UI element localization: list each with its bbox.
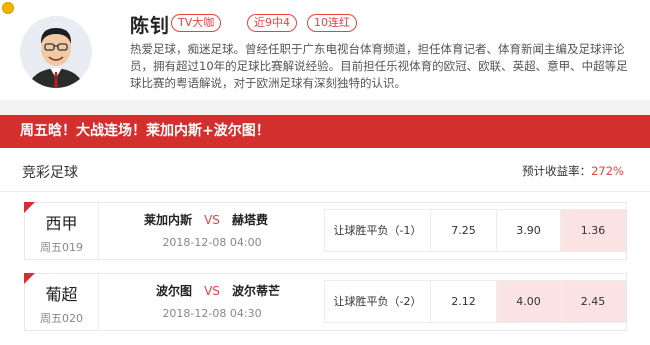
expected-yield: 预计收益率：272% xyxy=(522,163,624,179)
away-team[interactable]: 赫塔费 xyxy=(232,211,302,228)
prediction-card: 竞彩足球 预计收益率：272% 西甲 周五019 莱加内斯 VS 赫塔费 2018-… xyxy=(0,148,650,345)
divider xyxy=(0,191,650,192)
coin-icon xyxy=(2,2,14,14)
vs-label: VS xyxy=(204,213,220,227)
expert-portrait-icon xyxy=(20,16,92,88)
expert-name: 陈钊 xyxy=(130,15,171,37)
league-name: 西甲 xyxy=(45,214,78,233)
bet-type: 让球胜平负（-2） xyxy=(325,281,431,322)
match-row[interactable]: 西甲 周五019 莱加内斯 VS 赫塔费 2018-12-08 04:00 让球胜平… xyxy=(24,202,627,260)
vs-label: VS xyxy=(204,284,220,298)
match-number: 周五019 xyxy=(40,241,83,254)
away-team[interactable]: 波尔蒂芒 xyxy=(232,282,302,299)
home-team[interactable]: 莱加内斯 xyxy=(122,211,192,228)
page: 陈钊 TV大咖 近9中4 10连红 热爱足球，痴迷足球。曾经任职于广东电视台体育… xyxy=(0,0,650,345)
league-cell: 葡超 周五020 xyxy=(25,274,99,330)
bet-type: 让球胜平负（-1） xyxy=(325,210,431,251)
yield-value: 272% xyxy=(591,164,624,178)
odds-table: 让球胜平负（-1） 7.25 3.90 1.36 xyxy=(324,209,626,252)
teams-cell: 莱加内斯 VS 赫塔费 2018-12-08 04:00 xyxy=(100,203,324,259)
odds-table: 让球胜平负（-2） 2.12 4.00 2.45 xyxy=(324,280,626,323)
article-title: 周五晗！大战连场！莱加内斯+波尔图！ xyxy=(0,115,650,148)
tag-recent-record: 近9中4 xyxy=(247,14,297,32)
odd-win[interactable]: 7.25 xyxy=(431,210,497,251)
odd-draw-selected[interactable]: 4.00 xyxy=(497,281,561,322)
teams-cell: 波尔图 VS 波尔蒂芒 2018-12-08 04:30 xyxy=(100,274,324,330)
match-time: 2018-12-08 04:30 xyxy=(162,307,262,320)
tag-streak: 10连红 xyxy=(307,14,357,32)
match-number: 周五020 xyxy=(40,312,83,325)
match-row[interactable]: 葡超 周五020 波尔图 VS 波尔蒂芒 2018-12-08 04:30 让球胜平… xyxy=(24,273,627,331)
avatar[interactable] xyxy=(20,16,92,88)
expert-bio: 热爱足球，痴迷足球。曾经任职于广东电视台体育频道，担任体育记者、体育新闻主编及足… xyxy=(130,42,628,90)
yield-label: 预计收益率： xyxy=(522,164,592,178)
league-cell: 西甲 周五019 xyxy=(25,203,99,259)
match-time: 2018-12-08 04:00 xyxy=(162,236,262,249)
odd-loss-selected[interactable]: 2.45 xyxy=(561,281,625,322)
section-title: 竞彩足球 xyxy=(22,165,78,181)
tag-tv: TV大咖 xyxy=(171,14,222,32)
expert-profile: 陈钊 TV大咖 近9中4 10连红 热爱足球，痴迷足球。曾经任职于广东电视台体育… xyxy=(0,0,650,100)
league-name: 葡超 xyxy=(45,285,78,304)
odd-win[interactable]: 2.12 xyxy=(431,281,497,322)
odd-loss-selected[interactable]: 1.36 xyxy=(561,210,625,251)
odd-draw[interactable]: 3.90 xyxy=(497,210,561,251)
home-team[interactable]: 波尔图 xyxy=(122,282,192,299)
